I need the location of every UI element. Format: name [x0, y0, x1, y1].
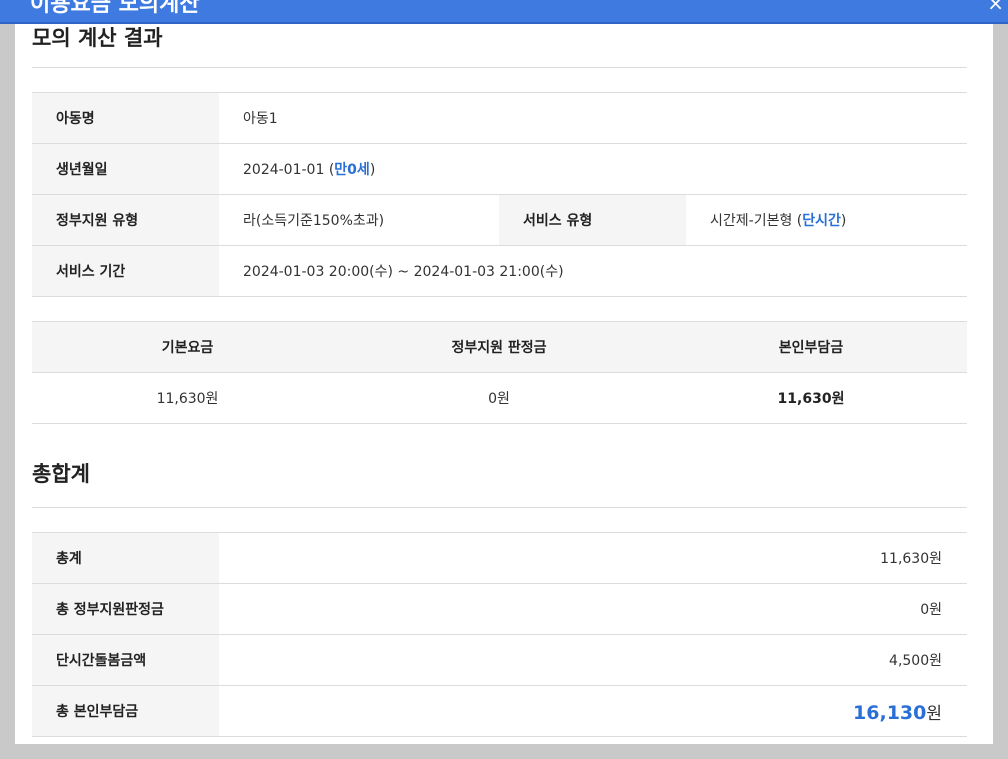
fee-header-support: 정부지원 판정금 — [343, 321, 655, 373]
fee-value-base: 11,630원 — [32, 372, 343, 424]
calc-result-title: 모의 계산 결과 — [32, 26, 163, 50]
birth-date: 2024-01-01 — [243, 162, 325, 178]
service-type-tag: 단시간 — [802, 213, 841, 229]
birth-label: 생년월일 — [32, 143, 219, 195]
table-row: 기본요금 정부지원 판정금 본인부담금 — [32, 321, 967, 373]
final-self-value: 16,130원 — [219, 685, 967, 737]
close-icon[interactable]: × — [987, 0, 1004, 15]
total-value: 11,630원 — [219, 532, 967, 584]
total-support-label: 총 정부지원판정금 — [32, 583, 219, 635]
total-table: 총계 11,630원 총 정부지원판정금 0원 단시간돌봄금액 4,500원 총… — [32, 532, 967, 737]
short-care-label: 단시간돌봄금액 — [32, 634, 219, 686]
fee-value-self: 11,630원 — [655, 372, 967, 424]
table-row: 총 본인부담금 16,130원 — [32, 685, 967, 737]
final-unit: 원 — [926, 703, 942, 724]
birth-age: 만0세 — [334, 162, 370, 178]
total-title: 총합계 — [32, 462, 90, 486]
divider — [32, 507, 967, 508]
child-name-label: 아동명 — [32, 92, 219, 144]
fee-header-base: 기본요금 — [32, 321, 343, 373]
total-support-value: 0원 — [219, 583, 967, 635]
service-type-label: 서비스 유형 — [499, 194, 686, 246]
support-type-label: 정부지원 유형 — [32, 194, 219, 246]
fee-header-self: 본인부담금 — [655, 321, 967, 373]
short-care-value: 4,500원 — [219, 634, 967, 686]
table-row: 정부지원 유형 라(소득기준150%초과) 서비스 유형 시간제-기본형 (단시… — [32, 194, 967, 246]
modal-header: 이용요금 모의계산 × — [0, 0, 1008, 24]
period-value: 2024-01-03 20:00(수) ~ 2024-01-03 21:00(수… — [219, 245, 967, 297]
final-amount: 16,130 — [853, 701, 927, 724]
modal-title: 이용요금 모의계산 — [30, 0, 200, 17]
table-row: 생년월일 2024-01-01 (만0세) — [32, 143, 967, 195]
table-row: 총 정부지원판정금 0원 — [32, 583, 967, 635]
modal-body: 모의 계산 결과 아동명 아동1 생년월일 2024-01-01 (만0세) 정… — [15, 24, 993, 744]
total-label: 총계 — [32, 532, 219, 584]
fee-value-support: 0원 — [343, 372, 655, 424]
service-type: 시간제-기본형 — [710, 213, 793, 229]
table-row: 서비스 기간 2024-01-03 20:00(수) ~ 2024-01-03 … — [32, 245, 967, 297]
table-row: 아동명 아동1 — [32, 92, 967, 144]
support-type-value: 라(소득기준150%초과) — [219, 194, 499, 246]
period-label: 서비스 기간 — [32, 245, 219, 297]
service-type-value: 시간제-기본형 (단시간) — [686, 194, 967, 246]
table-row: 단시간돌봄금액 4,500원 — [32, 634, 967, 686]
table-row: 11,630원 0원 11,630원 — [32, 372, 967, 424]
fee-table: 기본요금 정부지원 판정금 본인부담금 11,630원 0원 11,630원 — [32, 321, 967, 424]
birth-value: 2024-01-01 (만0세) — [219, 143, 967, 195]
table-row: 총계 11,630원 — [32, 532, 967, 584]
child-info-table: 아동명 아동1 생년월일 2024-01-01 (만0세) 정부지원 유형 라(… — [32, 92, 967, 297]
child-name-value: 아동1 — [219, 92, 967, 144]
final-self-label: 총 본인부담금 — [32, 685, 219, 737]
divider — [32, 67, 967, 68]
